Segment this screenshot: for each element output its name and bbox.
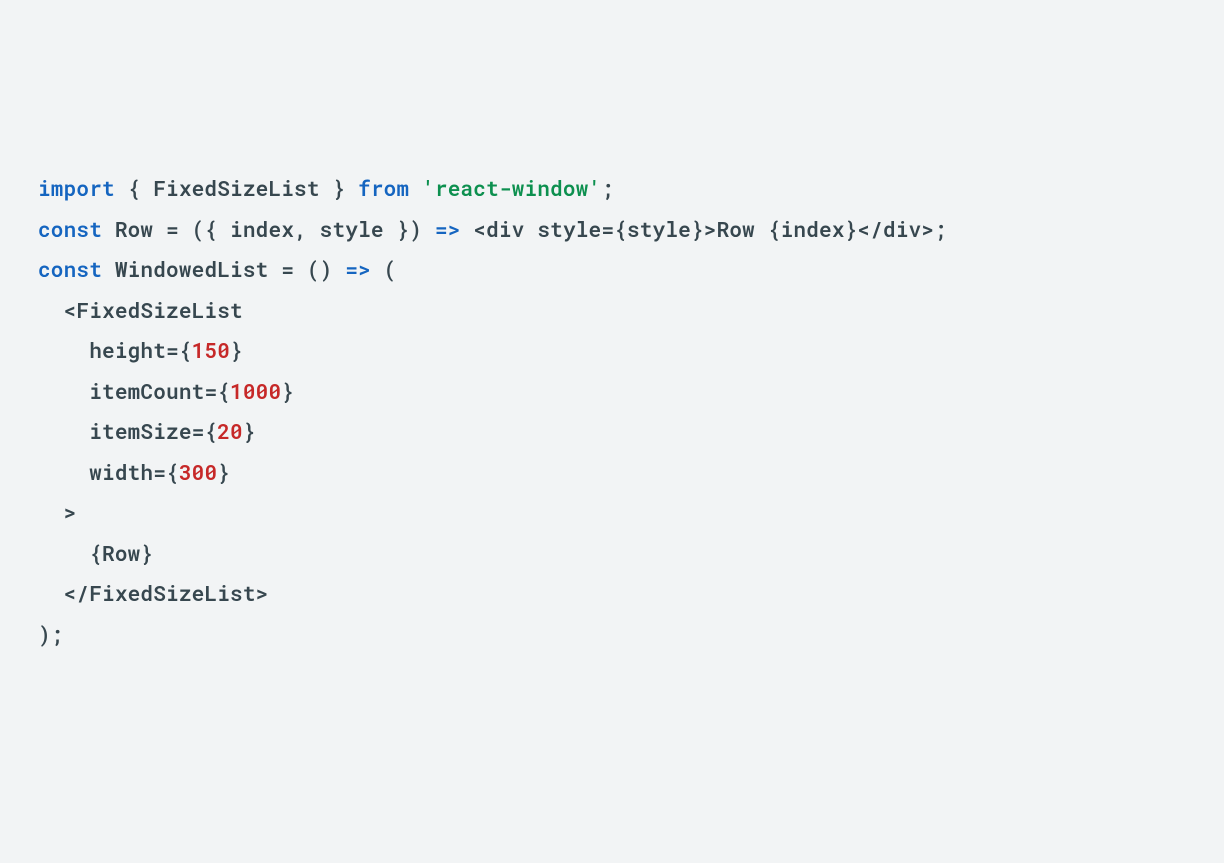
number-literal: 20 — [217, 417, 243, 445]
code-block: import { FixedSizeList } from 'react-win… — [38, 168, 1224, 654]
code-line-14: ); — [38, 614, 1224, 655]
keyword-const: const — [38, 215, 102, 243]
keyword-import: import — [38, 174, 115, 202]
keyword-const: const — [38, 255, 102, 283]
code-line-3: const Row = ({ index, style }) => <div s… — [38, 209, 1224, 250]
code-line-12: {Row} — [38, 533, 1224, 574]
arrow-operator: => — [345, 255, 371, 283]
string-literal: 'react-window' — [422, 174, 601, 202]
code-line-6: <FixedSizeList — [38, 290, 1224, 331]
number-literal: 1000 — [230, 377, 281, 405]
code-line-11: > — [38, 492, 1224, 533]
jsx-open-tag: <FixedSizeList — [64, 296, 243, 324]
number-literal: 150 — [192, 336, 230, 364]
number-literal: 300 — [179, 458, 217, 486]
code-line-8: itemCount={1000} — [38, 371, 1224, 412]
jsx-close-tag: </FixedSizeList> — [64, 579, 269, 607]
code-line-7: height={150} — [38, 330, 1224, 371]
keyword-from: from — [358, 174, 409, 202]
code-line-5: const WindowedList = () => ( — [38, 249, 1224, 290]
code-line-10: width={300} — [38, 452, 1224, 493]
code-line-9: itemSize={20} — [38, 411, 1224, 452]
code-line-1: import { FixedSizeList } from 'react-win… — [38, 168, 1224, 209]
code-line-13: </FixedSizeList> — [38, 573, 1224, 614]
arrow-operator: => — [435, 215, 461, 243]
